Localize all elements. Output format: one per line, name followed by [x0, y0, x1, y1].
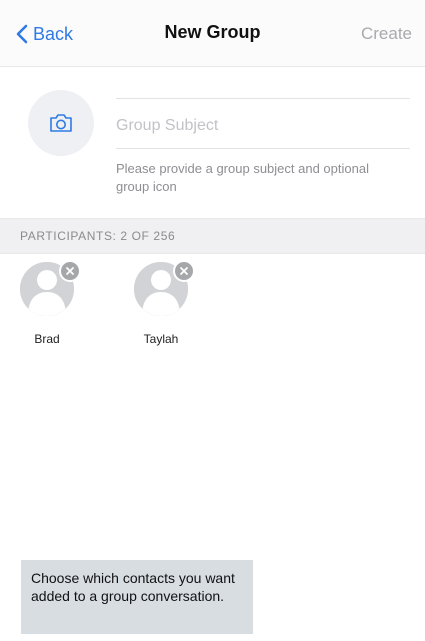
participant-name: Brad	[34, 332, 60, 346]
create-button[interactable]: Create	[361, 24, 412, 44]
caption-text: Choose which contacts you want added to …	[31, 570, 235, 604]
remove-participant-button[interactable]	[59, 260, 81, 282]
participant-brad[interactable]: Brad	[12, 260, 82, 352]
participants-section-header: PARTICIPANTS: 2 OF 256	[0, 218, 425, 254]
participant-taylah[interactable]: Taylah	[126, 260, 196, 352]
group-subject-input[interactable]	[116, 111, 410, 141]
group-icon-button[interactable]	[28, 90, 94, 156]
remove-x-icon	[180, 267, 188, 275]
subject-divider-bottom	[116, 148, 410, 149]
subject-divider-top	[116, 98, 410, 99]
remove-x-icon	[66, 267, 74, 275]
remove-participant-button[interactable]	[173, 260, 195, 282]
new-group-screen: Back New Group Create Please provide a g…	[0, 0, 425, 641]
participants-count-label: PARTICIPANTS: 2 OF 256	[20, 229, 176, 243]
navigation-bar: Back New Group Create	[0, 0, 425, 67]
caption-box: Choose which contacts you want added to …	[21, 560, 253, 634]
subject-hint-text: Please provide a group subject and optio…	[116, 161, 369, 194]
participant-name: Taylah	[143, 332, 179, 346]
camera-icon	[50, 114, 72, 132]
